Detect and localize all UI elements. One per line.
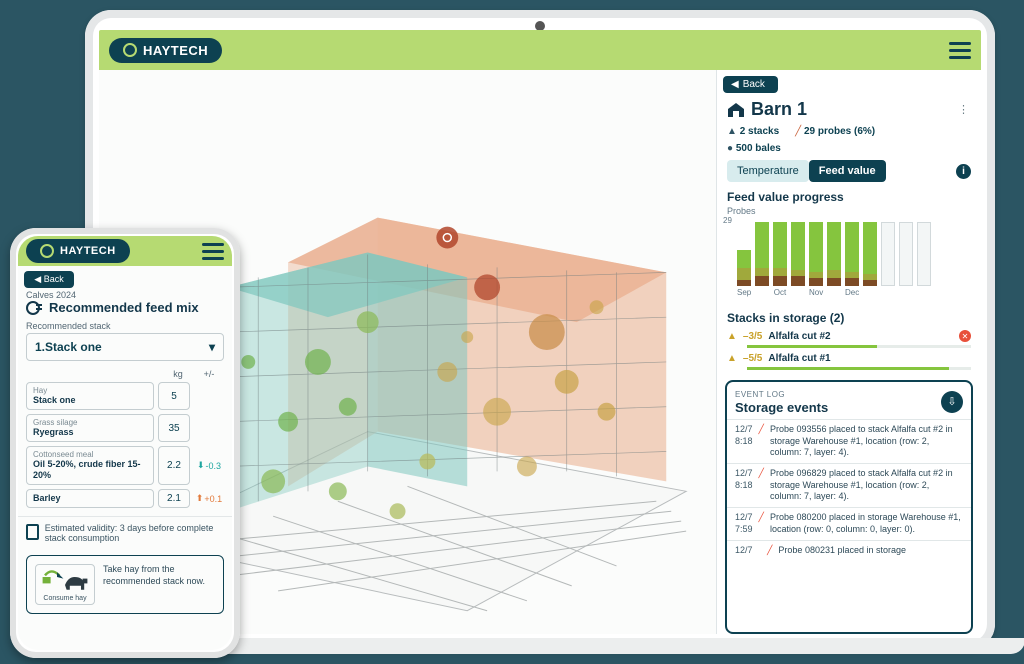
cow-icon — [40, 569, 90, 593]
delta-down-icon: ⬇-0.3 — [194, 446, 224, 485]
kg-input[interactable]: 2.2 — [158, 446, 190, 485]
event-row: 12/7╱Probe 080231 placed in storage — [727, 540, 971, 561]
export-icon[interactable]: ⇩ — [941, 391, 963, 413]
barn-title: Barn 1 — [727, 99, 807, 120]
tab-temperature[interactable]: Temperature — [727, 160, 809, 182]
brand-text: HAYTECH — [143, 43, 208, 58]
chart-x-axis: Sep Oct Nov Dec — [717, 288, 981, 305]
info-icon[interactable]: i — [956, 164, 971, 179]
feed-value-chart: 29 — [717, 216, 981, 288]
event-row: 12/7 8:18╱Probe 093556 placed to stack A… — [727, 419, 971, 463]
event-row: 12/7 8:18╱Probe 096829 placed to stack A… — [727, 463, 971, 507]
tab-feed-value[interactable]: Feed value — [809, 160, 886, 182]
kg-input[interactable]: 5 — [158, 382, 190, 410]
consume-hay-button[interactable]: Consume hay — [35, 564, 95, 605]
ingredient-row: Grass silageRyegrass 35 — [26, 414, 224, 442]
probes-stat: ╱ 29 probes (6%) — [795, 126, 875, 137]
feed-icon — [26, 301, 44, 315]
hamburger-icon[interactable] — [949, 42, 971, 59]
advice-box: Consume hay Take hay from the recommende… — [26, 555, 224, 614]
stack-select[interactable]: 1.Stack one ▾ — [26, 333, 224, 361]
brand-logo-icon — [123, 43, 137, 57]
phone-screen: HAYTECH ◀ Back Calves 2024 Recommended f… — [18, 236, 232, 650]
stack-select-label: Recommended stack — [18, 321, 232, 333]
validity-note: Estimated validity: 3 days before comple… — [18, 516, 232, 549]
brand-badge[interactable]: HAYTECH — [109, 38, 222, 63]
brand-badge[interactable]: HAYTECH — [26, 239, 130, 263]
back-button[interactable]: ◀ Back — [723, 76, 778, 93]
stacks-title: Stacks in storage (2) — [727, 311, 844, 325]
phone-frame: HAYTECH ◀ Back Calves 2024 Recommended f… — [10, 228, 240, 658]
delta-up-icon: ⬆+0.1 — [194, 489, 224, 508]
back-button[interactable]: ◀ Back — [24, 271, 74, 288]
ingredient-row: Barley 2.1 ⬆+0.1 — [26, 489, 224, 508]
event-row: 12/7 7:59╱Probe 080200 placed in storage… — [727, 507, 971, 539]
warn-icon: ✕ — [959, 330, 971, 342]
ingredient-row: HayStack one 5 — [26, 382, 224, 410]
laptop-topbar: HAYTECH — [99, 30, 981, 70]
event-log: EVENT LOGStorage events ⇩ 12/7 8:18╱Prob… — [725, 380, 973, 634]
detail-panel: ◀ Back Barn 1 ⋮ ▲ 2 stacks ╱ 29 probes (… — [716, 70, 981, 634]
chart-title: Feed value progress — [717, 190, 981, 206]
barn-icon — [727, 102, 745, 118]
stack-row[interactable]: ▲–5/5 Alfalfa cut #1 — [717, 350, 981, 367]
more-icon[interactable]: ⋮ — [958, 103, 971, 116]
ingredient-row: Cottonseed mealOil 5-20%, crude fiber 15… — [26, 446, 224, 485]
bales-stat: ● 500 bales — [727, 143, 781, 154]
table-header: kg+/- — [18, 369, 232, 382]
breadcrumb: Calves 2024 — [18, 290, 232, 300]
probes-axis-label: Probes — [717, 206, 981, 216]
kg-input[interactable]: 35 — [158, 414, 190, 442]
brand-logo-icon — [40, 244, 54, 258]
chevron-down-icon: ▾ — [209, 340, 215, 354]
stack-row[interactable]: ▲–3/5 Alfalfa cut #2 ✕ — [717, 327, 981, 345]
page-title: Recommended feed mix — [18, 300, 232, 321]
stacks-stat: ▲ 2 stacks — [727, 126, 779, 137]
kg-input[interactable]: 2.1 — [158, 489, 190, 508]
hamburger-icon[interactable] — [202, 243, 224, 260]
calendar-icon — [26, 524, 39, 540]
phone-topbar: HAYTECH — [18, 236, 232, 266]
